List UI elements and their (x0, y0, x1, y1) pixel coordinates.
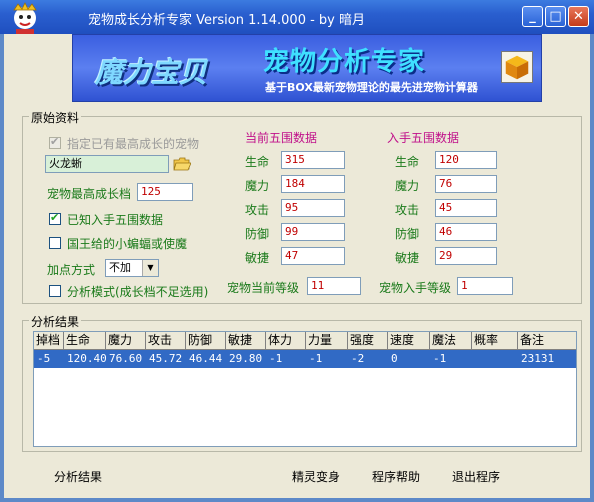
current-hp-field[interactable]: 315 (281, 151, 345, 169)
column-header[interactable]: 力量 (306, 332, 348, 350)
banner-title: 宠物分析专家 (263, 47, 426, 77)
initial-agi-label: 敏捷 (395, 251, 420, 265)
max-growth-field[interactable]: 125 (137, 183, 193, 201)
initial-def-label: 防御 (395, 227, 420, 241)
column-header[interactable]: 生命 (64, 332, 106, 350)
column-header[interactable]: 掉档 (34, 332, 64, 350)
table-cell: -1 (433, 352, 447, 365)
table-cell: 0 (391, 352, 398, 365)
specify-max-pet-checkbox[interactable] (49, 135, 61, 149)
maximize-button[interactable]: □ (545, 6, 566, 27)
current-def-field[interactable]: 99 (281, 223, 345, 241)
add-point-value: 不加 (109, 261, 131, 274)
king-bat-checkbox[interactable] (49, 237, 61, 249)
max-growth-label: 宠物最高成长档 (47, 187, 132, 201)
column-header[interactable]: 强度 (348, 332, 388, 350)
analysis-mode-checkbox[interactable] (49, 285, 61, 297)
current-level-label: 宠物当前等级 (227, 281, 300, 295)
pet-name-field[interactable]: 火龙蜥 (45, 155, 169, 173)
current-mp-label: 魔力 (245, 179, 270, 193)
specify-max-pet-label: 指定已有最高成长的宠物 (67, 137, 200, 151)
table-cell: 46.44 (189, 352, 223, 365)
results-panel: 分析结果 掉档 生命 魔力 攻击 防御 敏捷 体力 力量 强度 速度 魔法 概率… (22, 313, 582, 452)
column-header[interactable]: 魔法 (430, 332, 472, 350)
help-button[interactable]: 程序帮助 (372, 468, 420, 485)
current-agi-field[interactable]: 47 (281, 247, 345, 265)
table-cell: 45.72 (149, 352, 183, 365)
initial-stats-header: 入手五围数据 (387, 131, 460, 145)
initial-atk-label: 攻击 (395, 203, 420, 217)
game-logo: 魔力宝贝 (95, 56, 208, 89)
analyze-button[interactable]: 分析结果 (54, 468, 102, 485)
column-header[interactable]: 速度 (388, 332, 430, 350)
initial-mp-label: 魔力 (395, 179, 420, 193)
known-initial-stats-checkbox[interactable] (49, 211, 61, 225)
close-button[interactable]: ✕ (568, 6, 589, 27)
column-header[interactable]: 概率 (472, 332, 518, 350)
banner-subtitle: 基于BOX最新宠物理论的最先进宠物计算器 (265, 81, 478, 94)
package-icon (501, 51, 533, 83)
column-header[interactable]: 敏捷 (226, 332, 266, 350)
initial-atk-field[interactable]: 45 (435, 199, 497, 217)
column-header[interactable]: 备注 (518, 332, 576, 350)
current-mp-field[interactable]: 184 (281, 175, 345, 193)
add-point-label: 加点方式 (47, 263, 96, 277)
spirit-transform-button[interactable]: 精灵变身 (292, 468, 340, 485)
initial-agi-field[interactable]: 29 (435, 247, 497, 265)
analysis-mode-label: 分析模式(成长档不足选用) (67, 285, 209, 299)
current-atk-label: 攻击 (245, 203, 270, 217)
column-header[interactable]: 体力 (266, 332, 306, 350)
results-legend: 分析结果 (29, 313, 82, 330)
table-cell: 76.60 (109, 352, 143, 365)
current-hp-label: 生命 (245, 155, 270, 169)
initial-hp-label: 生命 (395, 155, 420, 169)
results-table-header: 掉档 生命 魔力 攻击 防御 敏捷 体力 力量 强度 速度 魔法 概率 备注 (34, 332, 576, 350)
table-row[interactable]: -5 120.40 76.60 45.72 46.44 29.80 -1 -1 … (34, 350, 576, 368)
raw-data-legend: 原始资料 (29, 109, 82, 126)
current-stats-header: 当前五围数据 (245, 131, 318, 145)
folder-open-icon[interactable] (173, 157, 191, 171)
table-cell: 23131 (521, 352, 555, 365)
client-area: 魔力宝贝 宠物分析专家 基于BOX最新宠物理论的最先进宠物计算器 原始资料 指定… (4, 34, 590, 498)
exit-button[interactable]: 退出程序 (452, 468, 500, 485)
column-header[interactable]: 防御 (186, 332, 226, 350)
current-agi-label: 敏捷 (245, 251, 270, 265)
table-cell: 29.80 (229, 352, 263, 365)
table-cell: 120.40 (67, 352, 107, 365)
initial-mp-field[interactable]: 76 (435, 175, 497, 193)
title-bar[interactable]: 宠物成长分析专家 Version 1.14.000 - by 暗月 _ □ ✕ (0, 0, 594, 45)
column-header[interactable]: 魔力 (106, 332, 146, 350)
window-title: 宠物成长分析专家 Version 1.14.000 - by 暗月 (88, 13, 365, 28)
add-point-select[interactable]: 不加 ▼ (105, 259, 159, 277)
app-window: 宠物成长分析专家 Version 1.14.000 - by 暗月 _ □ ✕ … (0, 0, 594, 502)
initial-hp-field[interactable]: 120 (435, 151, 497, 169)
current-atk-field[interactable]: 95 (281, 199, 345, 217)
initial-def-field[interactable]: 46 (435, 223, 497, 241)
minimize-button[interactable]: _ (522, 6, 543, 27)
table-cell: -2 (351, 352, 365, 365)
column-header[interactable]: 攻击 (146, 332, 186, 350)
table-cell (472, 350, 475, 368)
table-cell: -5 (37, 352, 51, 365)
current-level-field[interactable]: 11 (307, 277, 361, 295)
current-def-label: 防御 (245, 227, 270, 241)
known-initial-stats-label: 已知入手五围数据 (67, 213, 164, 227)
table-cell: -1 (309, 352, 323, 365)
king-bat-label: 国王给的小蝙蝠或使魔 (67, 237, 188, 251)
chevron-down-icon[interactable]: ▼ (142, 260, 158, 276)
initial-level-label: 宠物入手等级 (379, 281, 452, 295)
table-cell: -1 (269, 352, 283, 365)
raw-data-panel: 原始资料 指定已有最高成长的宠物 火龙蜥 宠物最高成长档 125 已知入手五围数… (22, 109, 582, 304)
initial-level-field[interactable]: 1 (457, 277, 513, 295)
banner: 魔力宝贝 宠物分析专家 基于BOX最新宠物理论的最先进宠物计算器 (72, 34, 542, 102)
results-table[interactable]: 掉档 生命 魔力 攻击 防御 敏捷 体力 力量 强度 速度 魔法 概率 备注 -… (33, 331, 577, 447)
